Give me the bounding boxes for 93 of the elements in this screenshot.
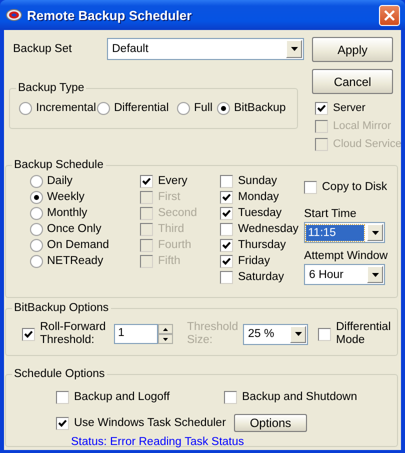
checkbox[interactable] xyxy=(140,174,153,188)
radio-label: Weekly xyxy=(47,191,84,203)
checkbox-label: Use Windows Task Scheduler xyxy=(74,417,226,429)
field-label: Attempt Window xyxy=(304,249,388,264)
checkbox-label: Sunday xyxy=(238,175,278,187)
status-text: Status: Error Reading Task Status xyxy=(70,436,246,448)
dropdown-arrow-button[interactable] xyxy=(286,40,302,58)
checkbox[interactable] xyxy=(220,270,233,284)
checkbox-label: Roll-Forward Threshold: xyxy=(40,321,107,347)
checkbox-label: Fourth xyxy=(158,239,192,251)
radio-label: Incremental xyxy=(36,102,96,114)
group-title: BitBackup Options xyxy=(13,301,110,315)
checkbox-label: Fifth xyxy=(158,255,180,267)
spin-up-button[interactable] xyxy=(158,324,173,334)
radio-button[interactable] xyxy=(30,222,43,236)
caret-icon xyxy=(294,332,302,336)
caret-icon xyxy=(372,272,378,276)
dropdown-arrow-button[interactable] xyxy=(290,326,306,342)
field-label: Threshold Size: xyxy=(187,321,240,347)
checkbox-label: Differential Mode xyxy=(336,321,392,347)
caret-icon xyxy=(372,230,378,234)
radio-button[interactable] xyxy=(30,206,43,220)
dropdown[interactable]: 6 Hour xyxy=(304,264,385,285)
radio-label: On Demand xyxy=(47,239,110,251)
checkbox-label: Copy to Disk xyxy=(322,181,388,193)
checkbox-label: Server xyxy=(333,102,366,114)
check-icon xyxy=(142,176,151,186)
options-button[interactable]: Options xyxy=(234,414,307,432)
app-icon xyxy=(6,9,22,21)
dropdown-arrow-button[interactable] xyxy=(367,224,383,241)
radio-button[interactable] xyxy=(177,102,190,114)
checkbox-label: Every xyxy=(158,175,188,187)
checkbox-label: First xyxy=(158,191,180,203)
dropdown-arrow-button[interactable] xyxy=(367,266,383,283)
checkbox-label: Thursday xyxy=(238,239,286,251)
radio-button[interactable] xyxy=(19,102,32,114)
checkbox[interactable] xyxy=(220,174,233,188)
check-icon xyxy=(317,104,326,112)
checkbox[interactable] xyxy=(220,238,233,252)
radio-button[interactable] xyxy=(97,102,110,114)
button[interactable]: Apply xyxy=(312,37,393,62)
spin-down-button[interactable] xyxy=(158,334,173,344)
checkbox-label: Wednesday xyxy=(238,223,299,235)
checkbox[interactable] xyxy=(315,102,328,114)
radio-label: Once Only xyxy=(47,223,102,235)
checkbox[interactable] xyxy=(220,254,233,268)
checkbox[interactable] xyxy=(304,180,317,194)
checkbox-label: Second xyxy=(158,207,198,219)
checkbox[interactable] xyxy=(318,328,331,340)
window-title: Remote Backup Scheduler xyxy=(27,8,193,22)
checkbox-label: Tuesday xyxy=(238,207,282,219)
radio-button[interactable] xyxy=(217,102,230,114)
close-button[interactable] xyxy=(379,4,400,26)
checkbox-label: Local Mirror xyxy=(333,120,392,132)
checkbox-label: Backup and Logoff xyxy=(74,391,170,403)
field-label: Backup Set xyxy=(12,43,73,55)
caret-icon xyxy=(290,47,298,51)
check-icon xyxy=(58,418,67,428)
close-icon xyxy=(384,10,395,20)
radio-label: Monthly xyxy=(47,207,88,219)
checkbox-label: Backup and Shutdown xyxy=(242,391,358,403)
group-title: Schedule Options xyxy=(13,367,106,381)
group-title: Backup Schedule xyxy=(13,158,105,172)
radio-button[interactable] xyxy=(30,190,43,204)
field-label: Start Time xyxy=(304,207,358,222)
radio-label: Full xyxy=(194,102,213,114)
radio-button[interactable] xyxy=(30,254,43,268)
checkbox-label: Cloud Service xyxy=(333,138,402,150)
checkbox[interactable] xyxy=(56,390,69,404)
group-title: Backup Type xyxy=(17,81,86,95)
checkbox-label: Monday xyxy=(238,191,279,203)
radio-button[interactable] xyxy=(30,174,43,188)
checkbox[interactable] xyxy=(220,190,233,204)
checkbox-label: Friday xyxy=(238,255,270,267)
checkbox[interactable] xyxy=(220,206,233,220)
checkbox[interactable] xyxy=(220,222,233,236)
checkbox[interactable] xyxy=(22,328,35,340)
radio-label: Differential xyxy=(114,102,169,114)
caret-up-icon xyxy=(163,328,168,330)
button[interactable]: Cancel xyxy=(312,69,393,94)
checkbox-label: Saturday xyxy=(238,271,284,283)
radio-label: NETReady xyxy=(47,255,104,267)
caret-icon xyxy=(163,338,168,340)
radio-label: BitBackup xyxy=(234,102,286,114)
number-field[interactable]: 1 xyxy=(114,324,158,344)
check-icon xyxy=(24,330,33,338)
radio-button[interactable] xyxy=(30,238,43,252)
checkbox-label: Third xyxy=(158,223,184,235)
checkbox[interactable] xyxy=(224,390,237,404)
radio-label: Daily xyxy=(47,175,73,187)
dropdown[interactable]: Default xyxy=(107,38,304,60)
checkbox[interactable] xyxy=(56,416,69,430)
dropdown[interactable]: 11:15 xyxy=(304,222,385,243)
